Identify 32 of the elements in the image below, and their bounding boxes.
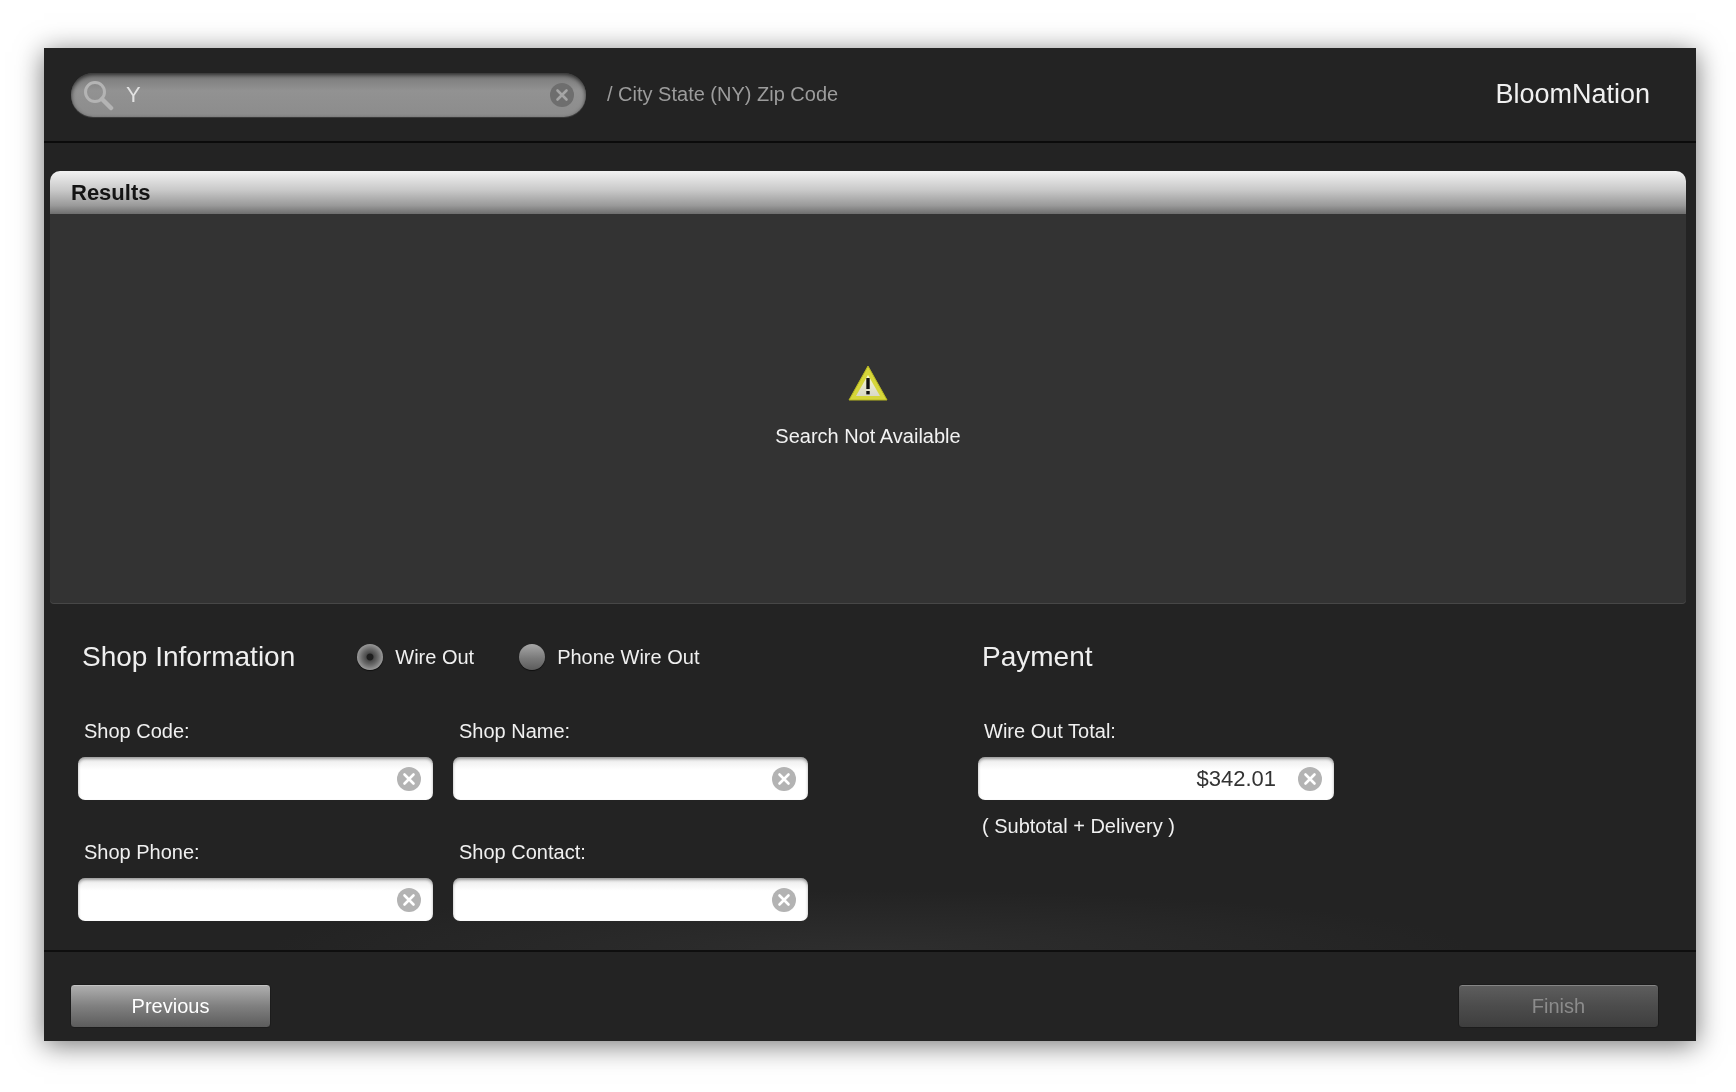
field-label: Shop Contact: (459, 841, 586, 864)
input-field[interactable] (453, 757, 808, 800)
option-label[interactable]: Phone Wire Out (557, 645, 700, 669)
search-icon (82, 78, 114, 111)
search-text: Y (126, 81, 142, 108)
option-label[interactable]: Wire Out (395, 645, 475, 669)
radio-button[interactable] (519, 644, 546, 670)
clear-icon[interactable] (397, 766, 421, 791)
warning-icon (848, 365, 888, 401)
clear-icon[interactable] (772, 887, 796, 912)
clear-icon[interactable] (772, 766, 796, 791)
input-field[interactable] (78, 878, 433, 921)
field-label: Shop Phone: (84, 841, 200, 864)
field-label: Shop Name: (459, 720, 571, 743)
previous-button[interactable]: Previous (70, 984, 271, 1028)
input-field[interactable] (453, 878, 808, 921)
radio-button[interactable] (357, 644, 384, 670)
section-title: Payment (982, 641, 1093, 673)
clear-icon[interactable] (1298, 766, 1322, 791)
brand-name: BloomNation (1495, 79, 1650, 110)
clear-icon[interactable] (397, 887, 421, 912)
field-value: $342.01 (1196, 765, 1277, 792)
panel-title: Results (71, 179, 151, 206)
field-label: Shop Code: (84, 720, 190, 743)
field-label: Wire Out Total: (984, 720, 1116, 743)
input-field[interactable] (78, 757, 433, 800)
status-message: Search Not Available (775, 425, 961, 448)
section-title: Shop Information (82, 641, 296, 673)
field-note: ( Subtotal + Delivery ) (982, 815, 1175, 838)
input-field[interactable]: $342.01 (978, 757, 1334, 800)
clear-icon[interactable] (550, 82, 574, 107)
search-hint: / City State (NY) Zip Code (607, 83, 839, 106)
